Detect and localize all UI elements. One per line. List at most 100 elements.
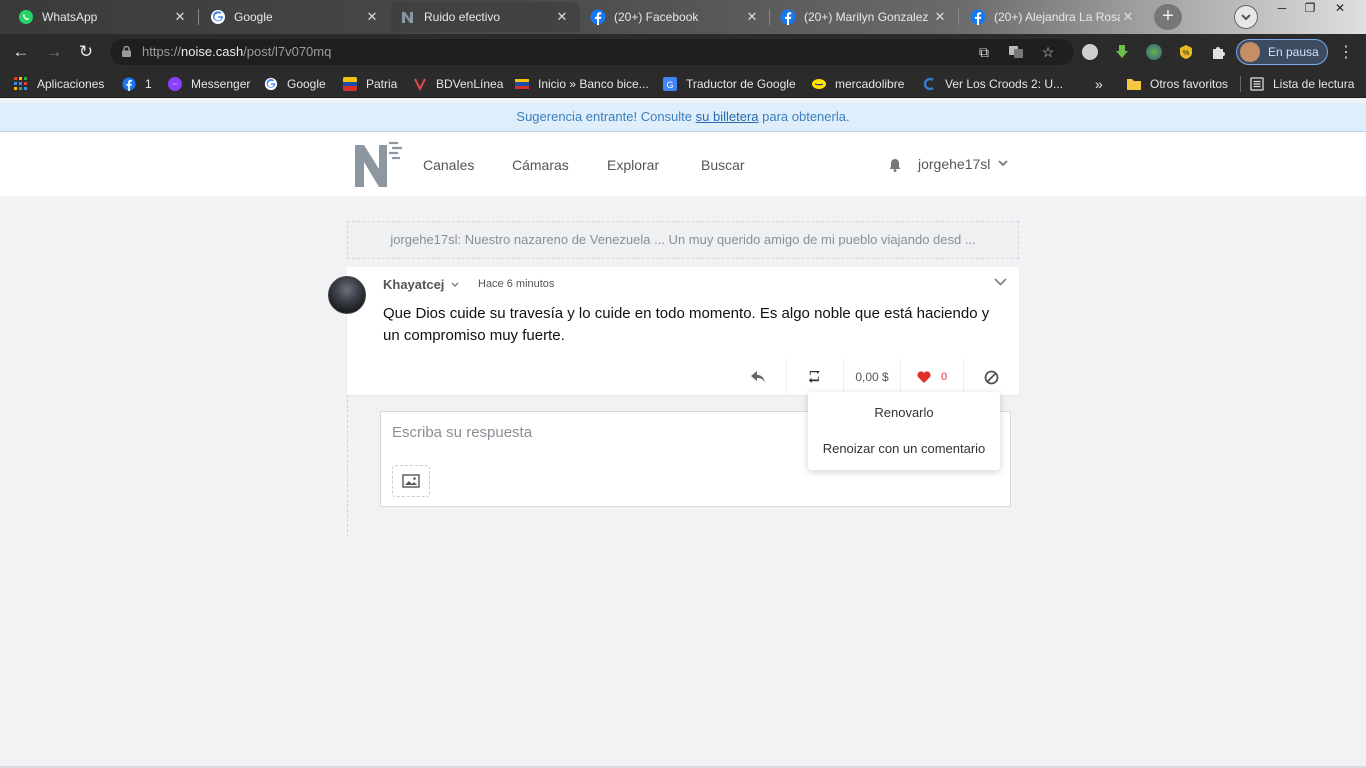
menu-item-renoise-with-comment[interactable]: Renoizar con un comentario [808,441,1000,456]
reading-list-button[interactable]: Lista de lectura [1250,76,1354,92]
bookmark-label: 1 [145,77,152,91]
tab-title: (20+) Alejandra La Rosa [994,10,1120,24]
browser-tab-strip: WhatsApp ✕ Google ✕ Ruido efectivo ✕ (20… [0,0,1366,34]
profile-paused-button[interactable]: En pausa [1236,39,1328,65]
close-icon[interactable]: ✕ [932,9,948,25]
svg-text:%: % [1183,50,1189,57]
forward-button[interactable]: → [43,41,65,63]
bookmark-banco-bicentenario[interactable]: Inicio » Banco bice... [515,76,649,92]
star-bookmark-icon[interactable]: ☆ [1040,44,1056,60]
parent-post-preview[interactable]: jorgehe17sl: Nuestro nazareno de Venezue… [347,221,1019,259]
tab-title: (20+) Marilyn Gonzalez [804,10,929,24]
other-bookmarks-folder[interactable]: Otros favoritos [1127,76,1228,92]
bookmarks-overflow-button[interactable]: » [1095,76,1103,92]
likes-count: 0 [940,371,948,383]
url-host: noise.cash [181,44,244,59]
bookmark-label: mercadolibre [835,77,905,91]
chevron-down-icon[interactable] [994,278,1007,286]
close-window-button[interactable]: ✕ [1326,0,1354,16]
bookmark-label: Otros favoritos [1150,77,1229,91]
bookmark-label: Inicio » Banco bice... [538,77,649,91]
wallet-link[interactable]: su billetera [696,109,759,124]
honey-extension-icon[interactable]: % [1178,44,1194,60]
back-button[interactable]: ← [10,41,32,63]
tab-search-icon[interactable] [1234,5,1258,29]
bookmark-croods[interactable]: Ver Los Croods 2: U... [922,76,1063,92]
post-timestamp[interactable]: Hace 6 minutos [478,278,554,290]
minimize-button[interactable]: ─ [1268,0,1296,16]
address-bar: ← → ↻ https://noise.cash/post/l7v070mq ⧉… [0,34,1366,70]
url-field[interactable]: https://noise.cash/post/l7v070mq ⧉ ☆ [110,39,1074,65]
noise-cash-logo[interactable] [354,139,404,189]
close-icon[interactable]: ✕ [1120,9,1136,25]
close-icon[interactable]: ✕ [554,9,570,25]
banner-text: Sugerencia entrante! Consulte [516,109,696,124]
chevron-down-icon[interactable] [451,282,459,288]
renoise-button[interactable] [787,359,843,395]
bookmark-google[interactable]: Google [264,76,326,92]
bookmark-bdv[interactable]: BDVenLínea [413,76,503,92]
reply-icon [751,371,765,383]
block-icon [984,370,999,384]
new-tab-button[interactable]: + [1154,4,1182,30]
globe-extension-icon[interactable] [1146,44,1162,60]
tab-ruido-efectivo[interactable]: Ruido efectivo ✕ [390,2,580,32]
nav-buscar[interactable]: Buscar [701,157,745,173]
url-scheme: https:// [142,44,182,59]
bookmark-patria[interactable]: Patria [343,76,397,92]
close-icon[interactable]: ✕ [744,9,760,25]
tab-google[interactable]: Google ✕ [200,2,390,32]
tab-alejandra-la-rosa[interactable]: (20+) Alejandra La Rosa ✕ [960,2,1146,32]
bookmark-apps[interactable]: Aplicaciones [14,76,104,92]
bookmark-mercadolibre[interactable]: mercadolibre [812,76,904,92]
nav-camaras[interactable]: Cámaras [512,157,569,173]
messenger-icon [168,77,182,91]
block-button[interactable] [964,359,1019,395]
bookmark-label: Lista de lectura [1273,77,1355,91]
wallet-suggestion-banner: Sugerencia entrante! Consulte su billete… [0,103,1366,132]
bookmark-label: Google [287,77,326,91]
tab-title: WhatsApp [42,10,98,24]
tab-facebook[interactable]: (20+) Facebook ✕ [580,2,770,32]
patria-icon [343,77,357,91]
tab-whatsapp[interactable]: WhatsApp ✕ [8,2,198,32]
like-button[interactable]: 0 [901,359,963,395]
banner-text: para obtenerla. [758,109,850,124]
extension-icon[interactable] [1082,44,1098,60]
bookmark-label: Traductor de Google [686,77,796,91]
bookmark-label: BDVenLínea [436,77,504,91]
download-extension-icon[interactable] [1114,44,1130,60]
menu-item-renovarlo[interactable]: Renovarlo [808,405,1000,420]
reload-button[interactable]: ↻ [75,41,97,63]
attach-image-button[interactable] [392,465,430,497]
tab-title: (20+) Facebook [614,10,699,24]
renoise-dropdown-menu: Renovarlo Renoizar con un comentario [808,392,1000,470]
tab-title: Google [234,10,273,24]
translate-icon: G [663,77,677,91]
reply-placeholder: Escriba su respuesta [392,424,533,441]
bookmark-label: Patria [366,77,398,91]
user-menu[interactable]: jorgehe17sl [918,156,990,172]
tip-amount: 0,00 $ [855,370,889,384]
more-vertical-icon[interactable]: ⋮ [1338,42,1354,62]
translate-icon[interactable] [1008,44,1024,60]
post-author[interactable]: Khayatcej [383,277,444,292]
bookmark-messenger[interactable]: Messenger [168,76,250,92]
tip-button[interactable]: 0,00 $ [844,359,900,395]
reply-button[interactable] [730,359,786,395]
avatar [1240,42,1260,62]
chevron-down-icon[interactable] [998,160,1008,167]
close-icon[interactable]: ✕ [172,9,188,25]
nav-explorar[interactable]: Explorar [607,157,659,173]
bookmark-facebook[interactable]: 1 [122,76,152,92]
open-in-app-icon[interactable]: ⧉ [976,44,992,60]
puzzle-extensions-icon[interactable] [1210,44,1226,60]
bookmarks-bar: Aplicaciones 1 Messenger Google Patria B… [0,70,1366,98]
bell-icon[interactable] [888,158,902,172]
close-icon[interactable]: ✕ [364,9,380,25]
avatar[interactable] [328,276,366,314]
nav-canales[interactable]: Canales [423,157,474,173]
tab-marilyn-gonzalez[interactable]: (20+) Marilyn Gonzalez ✕ [770,2,958,32]
bookmark-translate[interactable]: G Traductor de Google [663,76,796,92]
restore-button[interactable]: ❐ [1296,0,1324,16]
